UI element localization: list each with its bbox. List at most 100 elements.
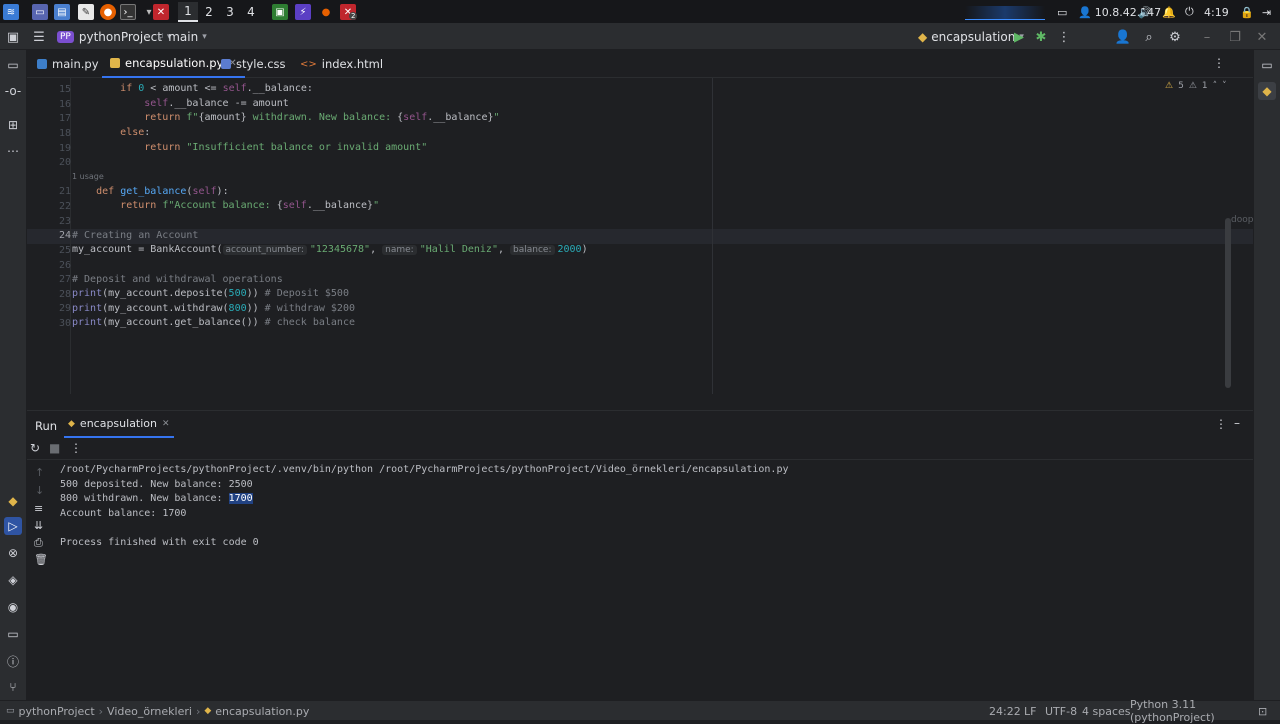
hamburger-menu-icon[interactable]: ☰ <box>29 27 49 47</box>
tab-style-css[interactable]: style.css <box>213 50 294 78</box>
run-tool-icon[interactable]: ▷ <box>4 517 22 535</box>
debug-tool-icon[interactable]: ◉ <box>4 598 22 616</box>
workspace-3[interactable]: 3 <box>220 2 240 22</box>
firefox-app-icon[interactable]: ● <box>318 4 334 20</box>
desktop-icon[interactable]: ▭ <box>32 4 48 20</box>
minimize-icon[interactable]: – <box>1197 27 1217 47</box>
scroll-down-icon[interactable]: ↓ <box>35 484 44 497</box>
inspection-widget[interactable]: ⚠ 5 ⚠ 1 ˄ ˅ <box>1165 81 1227 91</box>
line-number: 23 <box>58 216 71 227</box>
breadcrumb-item[interactable]: pythonProject <box>19 705 95 718</box>
run-config-selector[interactable]: ◆ encapsulation ▾ <box>918 24 1024 50</box>
close-tab-icon[interactable]: ✕ <box>162 419 170 429</box>
pycharm-app-icon[interactable]: ▣ <box>272 4 288 20</box>
right-tool-strip: ▭ ◆ <box>1253 50 1280 700</box>
pycharm-logo-icon[interactable]: ▣ <box>3 27 23 47</box>
chevron-up-icon[interactable]: ˄ <box>1213 81 1218 91</box>
python-file-icon: ◆ <box>68 418 75 429</box>
run-console[interactable]: ↑ ↓ ≡ ⇊ ⎙ 🗑 /root/PycharmProjects/python… <box>27 460 1253 700</box>
more-vertical-icon[interactable]: ⋮ <box>1215 417 1227 431</box>
lock-icon[interactable]: 🔒 <box>1240 0 1254 24</box>
volume-icon[interactable]: 🔊 <box>1138 0 1152 24</box>
line-number: 29 <box>58 303 71 314</box>
more-horizontal-icon[interactable]: ⋯ <box>4 142 22 160</box>
editor-scrollbar[interactable] <box>1225 218 1231 388</box>
vscode-app-icon[interactable]: ⚡ <box>295 4 311 20</box>
python-packages-icon[interactable]: ◆ <box>4 492 22 510</box>
more-vertical-icon[interactable]: ⋮ <box>1213 56 1225 70</box>
workspace-1[interactable]: 1 <box>178 2 198 22</box>
file-encoding[interactable]: UTF-8 <box>1045 701 1077 721</box>
html-file-icon: <> <box>300 58 317 70</box>
files-icon[interactable]: ▤ <box>54 4 70 20</box>
start-menu-icon[interactable]: ≋ <box>3 4 19 20</box>
more-vertical-icon[interactable]: ⋮ <box>1054 27 1074 47</box>
indent-setting[interactable]: 4 spaces <box>1082 701 1131 721</box>
add-user-icon[interactable]: 👤 <box>1113 27 1133 47</box>
problems-icon[interactable]: ⓘ <box>4 652 22 670</box>
firefox-icon[interactable]: ● <box>100 4 116 20</box>
stop-icon[interactable]: ■ <box>49 441 60 455</box>
caret-position[interactable]: 24:22 <box>989 701 1021 721</box>
power-icon[interactable]: ⏻ <box>1185 0 1194 24</box>
code-line: print(my_account.get_balance()) # check … <box>72 317 355 328</box>
git-icon[interactable]: ⑂ <box>4 678 22 696</box>
lock-icon[interactable]: ⊡ <box>1258 701 1267 721</box>
console-line: Process finished with exit code 0 <box>60 537 259 548</box>
more-vertical-icon[interactable]: ⋮ <box>70 441 82 455</box>
structure-icon[interactable]: ⊞ <box>4 116 22 134</box>
network-graph <box>965 6 1045 20</box>
line-number: 16 <box>58 99 71 110</box>
scroll-up-icon[interactable]: ↑ <box>35 466 44 479</box>
weak-warning-icon: ⚠ <box>1188 81 1197 91</box>
usage-hint[interactable]: 1 usage <box>72 170 104 184</box>
search-icon[interactable]: ⌕ <box>1139 27 1159 47</box>
terminal-tool-icon[interactable]: ▭ <box>4 625 22 643</box>
rerun-icon[interactable]: ↻ <box>30 441 40 455</box>
document-icon[interactable]: ✎ <box>78 4 94 20</box>
user-icon: 👤 <box>1078 5 1092 19</box>
project-folder-icon[interactable]: ▭ <box>4 56 22 74</box>
debug-icon[interactable]: ✱ <box>1031 27 1051 47</box>
clock: 4:19 <box>1204 5 1229 19</box>
side-label: doop <box>1231 215 1253 225</box>
code-line: return f"Account balance: {self.__balanc… <box>120 200 380 211</box>
terminal-icon[interactable]: ›_ <box>120 4 136 20</box>
ai-assistant-icon[interactable]: ◆ <box>1258 82 1276 100</box>
soft-wrap-icon[interactable]: ≡ <box>34 502 43 515</box>
bell-icon[interactable]: 🔔 <box>1162 0 1176 24</box>
gear-icon[interactable]: ⚙ <box>1165 27 1185 47</box>
tab-index-html[interactable]: <> index.html <box>292 50 391 78</box>
line-number: 26 <box>58 260 71 271</box>
project-selector[interactable]: PP pythonProject ▾ <box>57 24 171 50</box>
maximize-icon[interactable]: ❐ <box>1225 27 1245 47</box>
breadcrumb-item[interactable]: Video_örnekleri <box>107 705 192 718</box>
notifications-icon[interactable]: ▭ <box>1258 56 1276 74</box>
branch-selector[interactable]: ⑂ main ▾ <box>157 24 207 50</box>
commit-icon[interactable]: -o- <box>4 82 22 100</box>
line-separator[interactable]: LF <box>1024 701 1036 721</box>
scroll-to-end-icon[interactable]: ⇊ <box>34 519 43 532</box>
tab-main-py[interactable]: main.py <box>29 50 107 78</box>
project-name: pythonProject <box>78 30 162 44</box>
current-line-highlight <box>27 229 1253 244</box>
workspace-2[interactable]: 2 <box>199 2 219 22</box>
layers-icon[interactable]: ◈ <box>4 571 22 589</box>
code-editor[interactable]: doop 15 16 17 18 19 20 21 22 23 24 25 26… <box>27 78 1253 394</box>
hide-panel-icon[interactable]: – <box>1234 416 1240 430</box>
line-gutter: 15 16 17 18 19 20 21 22 23 24 25 26 27 2… <box>27 78 71 394</box>
services-icon[interactable]: ⊗ <box>4 544 22 562</box>
app-grid-icon[interactable]: ✕ <box>153 4 169 20</box>
close-icon[interactable]: ✕ <box>1252 27 1272 47</box>
param-hint: account_number: <box>222 245 307 255</box>
print-icon[interactable]: ⎙ <box>34 536 43 550</box>
warning-icon: ⚠ <box>1165 81 1174 91</box>
breadcrumb-item[interactable]: encapsulation.py <box>215 705 309 718</box>
tab-run-encapsulation[interactable]: ◆ encapsulation ✕ <box>64 411 174 438</box>
workspace-4[interactable]: 4 <box>241 2 261 22</box>
logout-icon[interactable]: ⇥ <box>1262 0 1271 24</box>
chevron-down-icon[interactable]: ˅ <box>1222 81 1227 91</box>
display-icon[interactable]: ▭ <box>1057 0 1067 24</box>
trash-icon[interactable]: 🗑 <box>34 553 48 566</box>
run-icon[interactable]: ▶ <box>1009 27 1029 47</box>
